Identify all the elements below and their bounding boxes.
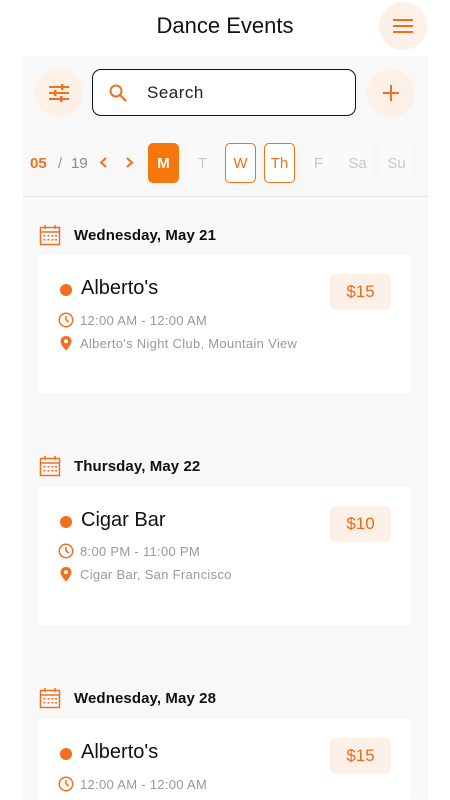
search-box[interactable] — [92, 69, 356, 116]
event-card[interactable]: Alberto's 12:00 AM - 12:00 AM Alberto's … — [38, 255, 411, 393]
event-location-row: Cigar Bar, San Francisco — [58, 566, 232, 582]
price-badge: $15 — [330, 738, 391, 774]
calendar-icon — [39, 688, 61, 709]
app-header: Dance Events — [0, 0, 450, 56]
filter-icon — [49, 84, 69, 102]
clock-icon — [58, 312, 74, 328]
event-time: 8:00 PM - 11:00 PM — [80, 543, 201, 559]
event-location-row: Alberto's Night Club, Mountain View — [58, 335, 297, 351]
search-input[interactable] — [145, 80, 349, 106]
date-label: Wednesday, May 21 — [74, 226, 217, 244]
calendar-icon — [39, 225, 61, 246]
location-pin-icon — [60, 336, 72, 351]
event-time-row: 12:00 AM - 12:00 AM — [58, 312, 207, 328]
event-card[interactable]: Alberto's 12:00 AM - 12:00 AM $15 — [38, 719, 411, 800]
event-name: Alberto's — [81, 277, 159, 299]
price-badge: $10 — [330, 506, 391, 542]
event-name: Alberto's — [81, 741, 159, 763]
menu-button[interactable] — [379, 2, 427, 50]
menu-icon — [393, 19, 413, 33]
day-monday[interactable]: M — [148, 143, 179, 183]
date-header: Thursday, May 22 — [39, 455, 200, 477]
status-dot — [60, 748, 72, 760]
plus-icon — [383, 85, 399, 101]
date-header: Wednesday, May 21 — [39, 224, 216, 246]
month-label: 05 — [30, 155, 47, 172]
clock-icon — [58, 776, 74, 792]
event-location: Alberto's Night Club, Mountain View — [80, 335, 298, 351]
day-sunday[interactable]: Su — [381, 143, 412, 183]
status-dot — [60, 516, 72, 528]
search-icon — [109, 84, 127, 102]
price-badge: $15 — [330, 274, 391, 310]
year-label: 19 — [71, 155, 88, 172]
date-separator: / — [58, 155, 63, 172]
filter-button[interactable] — [35, 69, 83, 117]
clock-icon — [58, 543, 74, 559]
status-dot — [60, 284, 72, 296]
event-card[interactable]: Cigar Bar 8:00 PM - 11:00 PM Cigar Bar, … — [38, 487, 411, 625]
day-saturday[interactable]: Sa — [342, 143, 373, 183]
day-thursday[interactable]: Th — [264, 143, 295, 183]
day-tuesday[interactable]: T — [187, 143, 218, 183]
date-header: Wednesday, May 28 — [39, 687, 216, 709]
event-time: 12:00 AM - 12:00 AM — [80, 312, 208, 328]
event-time-row: 12:00 AM - 12:00 AM — [58, 776, 207, 792]
event-location: Cigar Bar, San Francisco — [80, 566, 232, 582]
event-time: 12:00 AM - 12:00 AM — [80, 776, 208, 792]
date-label: Wednesday, May 28 — [74, 689, 217, 707]
chevron-left-icon[interactable] — [99, 157, 108, 168]
location-pin-icon — [60, 567, 72, 582]
chevron-right-icon[interactable] — [125, 157, 134, 168]
event-name: Cigar Bar — [81, 509, 166, 531]
add-event-button[interactable] — [367, 69, 415, 117]
date-label: Thursday, May 22 — [74, 457, 201, 475]
calendar-icon — [39, 456, 61, 477]
day-friday[interactable]: F — [303, 143, 334, 183]
event-time-row: 8:00 PM - 11:00 PM — [58, 543, 200, 559]
day-wednesday[interactable]: W — [225, 143, 256, 183]
divider — [23, 196, 428, 197]
